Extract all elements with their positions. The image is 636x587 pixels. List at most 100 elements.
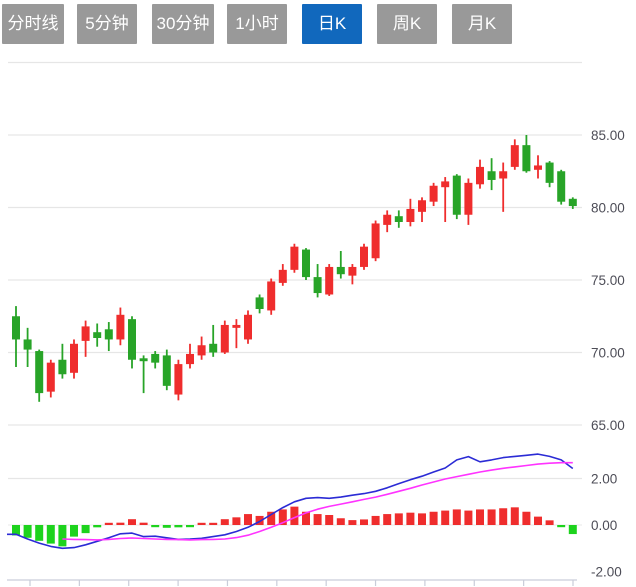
candle-up xyxy=(499,171,508,179)
candle-up xyxy=(116,314,125,340)
price-axis-label: 80.00 xyxy=(591,201,625,216)
candle-down xyxy=(452,175,461,215)
candle-down xyxy=(545,162,554,183)
macd-bar-negative xyxy=(93,525,102,528)
candle-up xyxy=(534,165,542,170)
candle-down xyxy=(12,316,20,340)
candle-up xyxy=(232,324,241,328)
macd-bar-positive xyxy=(336,518,345,525)
candle-up xyxy=(81,326,90,341)
candle-down xyxy=(394,216,403,222)
candle-down xyxy=(336,266,345,275)
macd-bar-negative xyxy=(186,525,194,528)
period-tab-bar: 分时线 5分钟 30分钟 1小时 日K 周K 月K xyxy=(0,4,636,44)
macd-bar-positive xyxy=(522,511,531,525)
macd-bar-negative xyxy=(81,525,90,534)
candle-up xyxy=(278,269,287,283)
tab-daily-k[interactable]: 日K xyxy=(302,4,362,44)
candle-up xyxy=(510,145,519,167)
candle-up xyxy=(371,223,380,259)
candle-down xyxy=(487,171,496,180)
tab-weekly-k[interactable]: 周K xyxy=(377,4,437,44)
price-axis-label: 70.00 xyxy=(591,346,625,361)
candle-down xyxy=(58,359,67,375)
candle-up xyxy=(220,324,229,353)
candle-down xyxy=(93,332,102,338)
macd-bar-positive xyxy=(510,507,519,525)
macd-bar-positive xyxy=(104,522,113,525)
candle-down xyxy=(128,319,136,360)
macd-bar-positive xyxy=(128,519,136,525)
kline-chart: 85.00 80.00 75.00 70.00 65.00 2.00 0.00 -2.00 xyxy=(7,61,625,586)
candle-down xyxy=(139,358,148,362)
macd-bar-positive xyxy=(464,510,473,525)
candle-up xyxy=(186,353,194,365)
macd-bar-positive xyxy=(452,509,461,525)
macd-bar-negative xyxy=(557,525,566,528)
candle-up xyxy=(46,362,55,392)
macd-bar-positive xyxy=(139,522,148,525)
tab-5min[interactable]: 5分钟 xyxy=(77,4,137,44)
candle-up xyxy=(441,181,450,188)
tab-minute-line[interactable]: 分时线 xyxy=(2,4,64,44)
price-axis-label: 75.00 xyxy=(591,273,625,288)
dea-line xyxy=(62,461,573,541)
candle-up xyxy=(464,182,473,215)
macd-bar-positive xyxy=(209,522,218,525)
macd-bar-positive xyxy=(371,515,380,525)
candle-up xyxy=(383,214,392,225)
macd-bar-positive xyxy=(325,515,334,525)
macd-bar-positive xyxy=(441,510,450,525)
candle-up xyxy=(418,200,426,212)
macd-bar-positive xyxy=(499,508,508,525)
macd-bar-negative xyxy=(174,525,183,528)
candle-up xyxy=(360,246,368,267)
candle-down xyxy=(522,145,531,172)
candle-down xyxy=(313,277,322,294)
price-axis-label: 65.00 xyxy=(591,418,625,433)
candle-up xyxy=(267,281,276,311)
macd-bar-negative xyxy=(151,525,160,528)
candle-wick xyxy=(235,319,238,349)
macd-axis-label: 2.00 xyxy=(591,472,617,487)
candle-down xyxy=(557,171,566,202)
tab-1hour[interactable]: 1小时 xyxy=(227,4,287,44)
candle-up xyxy=(197,345,206,356)
candle-down xyxy=(151,353,160,363)
candle-down xyxy=(162,355,171,386)
candle-wick xyxy=(339,251,342,279)
macd-bar-negative xyxy=(58,525,67,547)
macd-bar-positive xyxy=(487,509,496,525)
macd-bar-positive xyxy=(360,519,368,525)
candle-up xyxy=(290,246,299,270)
macd-bar-positive xyxy=(313,514,322,525)
macd-bar-positive xyxy=(429,511,438,525)
macd-bar-negative xyxy=(35,525,44,541)
macd-bar-positive xyxy=(244,514,252,525)
candle-down xyxy=(302,249,310,278)
candle-down xyxy=(104,329,113,340)
candle-up xyxy=(348,266,357,276)
candle-down xyxy=(568,198,577,207)
macd-bar-positive xyxy=(116,522,125,525)
candle-down xyxy=(23,339,32,350)
macd-bar-positive xyxy=(406,512,415,525)
macd-bar-positive xyxy=(383,514,392,525)
candle-down xyxy=(209,343,218,353)
macd-bar-positive xyxy=(197,522,206,525)
candle-down xyxy=(35,351,44,394)
candle-down xyxy=(255,297,264,309)
candle-up xyxy=(406,208,415,222)
macd-bar-positive xyxy=(534,516,542,525)
macd-bar-negative xyxy=(568,525,577,535)
dif-line xyxy=(7,453,574,550)
candle-up xyxy=(429,185,438,202)
macd-bar-positive xyxy=(418,513,426,525)
candle-up xyxy=(476,166,484,185)
tab-monthly-k[interactable]: 月K xyxy=(452,4,512,44)
tab-30min[interactable]: 30分钟 xyxy=(152,4,214,44)
macd-bar-positive xyxy=(476,509,484,525)
macd-bar-positive xyxy=(394,513,403,525)
candle-up xyxy=(325,266,334,295)
macd-bar-negative xyxy=(162,525,171,528)
